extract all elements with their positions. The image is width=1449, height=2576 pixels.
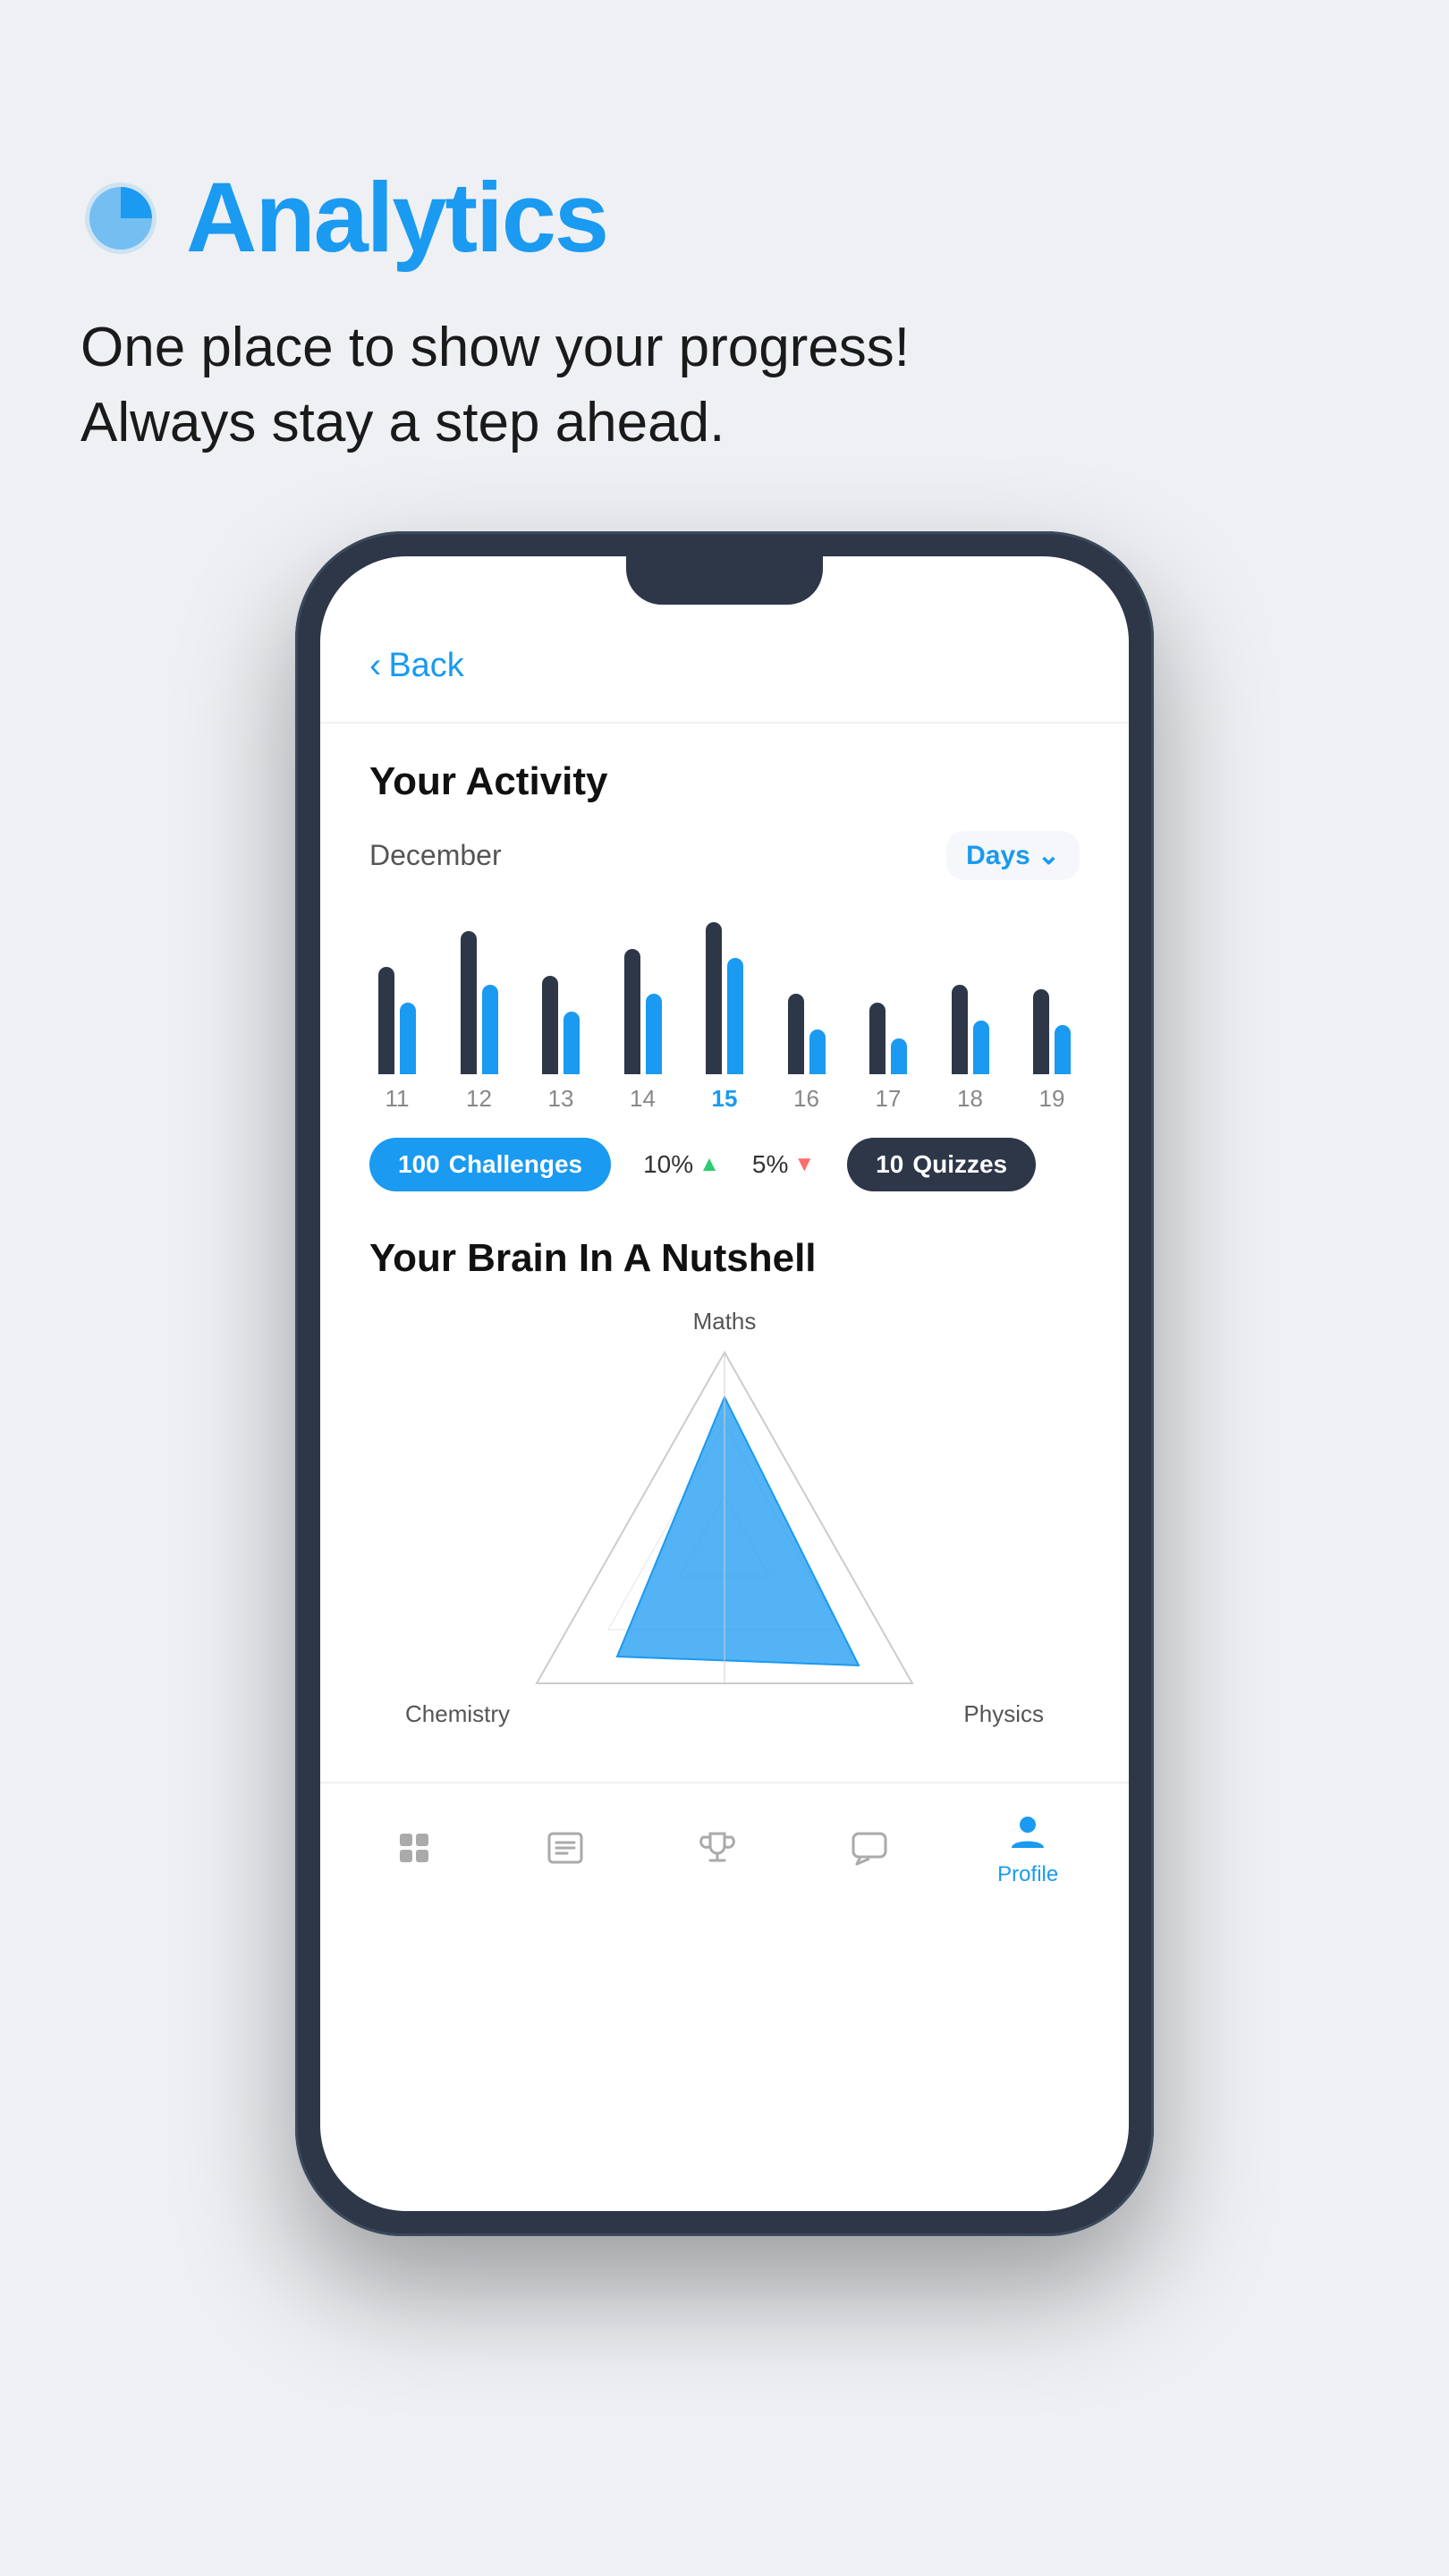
bar-dark (542, 976, 558, 1074)
activity-section-title: Your Activity (369, 759, 1080, 804)
analytics-pie-icon (80, 178, 161, 258)
radar-label-chemistry: Chemistry (405, 1700, 510, 1728)
bar-dark (624, 949, 640, 1074)
nav-item-trophy[interactable] (694, 1825, 741, 1871)
bar-blue (482, 985, 498, 1074)
bar-dark (461, 931, 477, 1074)
phone-notch (626, 556, 823, 605)
stats-row: 100 Challenges 10% ▲ 5% ▼ 10 (369, 1138, 1080, 1191)
arrow-down-icon: ▼ (793, 1152, 815, 1177)
days-dropdown[interactable]: Days ⌄ (946, 831, 1080, 880)
challenges-pill: 100 Challenges (369, 1138, 611, 1191)
radar-labels: Maths Chemistry Physics (369, 1308, 1080, 1755)
challenges-count: 100 (398, 1150, 440, 1179)
bar-label: 18 (957, 1085, 983, 1113)
activity-header: December Days ⌄ (369, 831, 1080, 880)
bar-blue (891, 1038, 907, 1074)
back-button[interactable]: ‹ Back (369, 646, 1080, 686)
bar-blue (646, 994, 662, 1074)
bar-blue (809, 1030, 826, 1074)
back-arrow-icon: ‹ (369, 646, 381, 686)
percent-down-stat: 5% ▼ (752, 1150, 815, 1179)
bar-label: 19 (1039, 1085, 1065, 1113)
radar-label-physics: Physics (963, 1700, 1044, 1728)
profile-icon (1004, 1809, 1051, 1855)
bar-group-19: 19 (1033, 895, 1071, 1113)
bar-blue (727, 958, 743, 1074)
bar-label: 16 (793, 1085, 819, 1113)
bar-blue (973, 1021, 989, 1074)
quizzes-pill: 10 Quizzes (847, 1138, 1036, 1191)
bar-blue (1055, 1025, 1071, 1074)
bar-group-16: 16 (788, 895, 826, 1113)
chevron-down-icon: ⌄ (1038, 840, 1060, 871)
bar-dark (788, 994, 804, 1074)
bar-label: 12 (466, 1085, 492, 1113)
home-icon (391, 1825, 437, 1871)
bar-group-11: 11 (378, 895, 416, 1113)
bar-label: 13 (548, 1085, 574, 1113)
page-wrapper: Analytics One place to show your progres… (0, 0, 1449, 2576)
bottom-nav: Profile (320, 1782, 1129, 1923)
bar-label-active: 15 (712, 1085, 738, 1113)
quizzes-count: 10 (876, 1150, 903, 1179)
bar-label: 11 (386, 1085, 410, 1113)
nav-item-lessons[interactable] (542, 1825, 589, 1871)
nav-item-profile[interactable]: Profile (997, 1809, 1058, 1887)
brain-section: Your Brain In A Nutshell (369, 1236, 1080, 1755)
bar-group-13: 13 (542, 895, 580, 1113)
page-title: Analytics (186, 161, 607, 275)
brain-section-title: Your Brain In A Nutshell (369, 1236, 1080, 1281)
challenges-label: Challenges (449, 1150, 582, 1179)
bar-chart: 11 12 (369, 916, 1080, 1113)
bar-group-17: 17 (869, 895, 907, 1113)
lessons-icon (542, 1825, 589, 1871)
bar-dark (952, 985, 968, 1074)
bar-group-18: 18 (952, 895, 989, 1113)
quizzes-label: Quizzes (912, 1150, 1007, 1179)
subtitle-text: One place to show your progress! Always … (80, 310, 910, 460)
phone-mockup: ‹ Back Your Activity December Days ⌄ (295, 531, 1154, 2236)
bar-label: 17 (876, 1085, 902, 1113)
divider (320, 722, 1129, 724)
percent-up-stat: 10% ▲ (643, 1150, 720, 1179)
phone-screen: ‹ Back Your Activity December Days ⌄ (320, 556, 1129, 2211)
profile-nav-label: Profile (997, 1862, 1058, 1887)
month-label: December (369, 839, 502, 872)
trophy-icon (694, 1825, 741, 1871)
bar-dark (706, 922, 722, 1074)
bar-dark (869, 1003, 886, 1074)
nav-item-chat[interactable] (846, 1825, 893, 1871)
bar-blue (400, 1003, 416, 1074)
bar-dark (1033, 989, 1049, 1074)
bar-group-15: 15 (706, 895, 743, 1113)
bar-dark (378, 967, 394, 1074)
nav-item-home[interactable] (391, 1825, 437, 1871)
bar-group-14: 14 (624, 895, 662, 1113)
header-section: Analytics (80, 161, 607, 275)
bar-label: 14 (630, 1085, 656, 1113)
arrow-up-icon: ▲ (699, 1152, 720, 1177)
phone-container: ‹ Back Your Activity December Days ⌄ (80, 531, 1368, 2236)
radar-label-maths: Maths (693, 1308, 757, 1335)
chat-icon (846, 1825, 893, 1871)
bar-group-12: 12 (461, 895, 498, 1113)
radar-chart: Maths Chemistry Physics (369, 1308, 1080, 1755)
screen-inner: ‹ Back Your Activity December Days ⌄ (320, 556, 1129, 1782)
bar-blue (564, 1012, 580, 1074)
